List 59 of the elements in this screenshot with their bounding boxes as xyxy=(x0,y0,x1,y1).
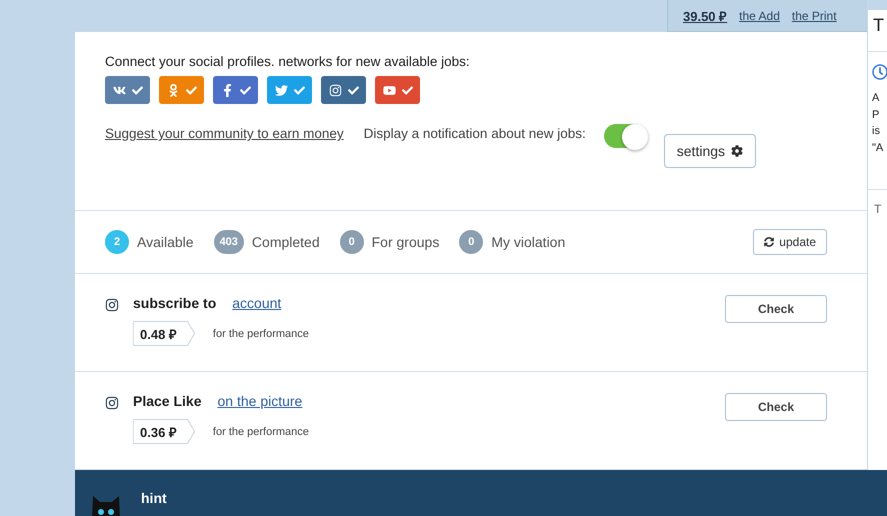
refresh-icon xyxy=(764,237,774,247)
price-note: for the performance xyxy=(212,328,309,340)
count-badge: 0 xyxy=(340,230,364,254)
side-text: P xyxy=(872,108,880,122)
notification-toggle[interactable] xyxy=(604,124,646,148)
side-text: A xyxy=(872,91,880,106)
check-icon xyxy=(240,84,250,96)
settings-button[interactable]: settings xyxy=(664,134,756,168)
check-button[interactable]: Check xyxy=(725,393,827,421)
side-text: is xyxy=(872,124,881,139)
tab-label: My violation xyxy=(491,234,566,250)
side-footer-text: T xyxy=(873,201,882,216)
social-network-button[interactable] xyxy=(159,76,204,104)
social-network-button[interactable] xyxy=(213,76,258,104)
side-text: "A xyxy=(872,140,884,156)
task-action: subscribe to xyxy=(133,295,216,311)
top-link[interactable]: the Add xyxy=(739,8,780,22)
update-button[interactable]: update xyxy=(753,229,827,255)
price-tag: 0.36 ₽ xyxy=(133,419,195,444)
filter-tab[interactable]: 403 Completed xyxy=(214,230,320,254)
filter-tab[interactable]: 2 Available xyxy=(105,230,194,254)
clock-icon xyxy=(872,64,887,80)
social-network-button[interactable] xyxy=(105,76,150,104)
tab-label: Available xyxy=(137,234,194,250)
top-link[interactable]: the Print xyxy=(792,8,837,22)
task-link[interactable]: account xyxy=(232,295,282,311)
check-icon xyxy=(294,84,304,96)
filter-tab[interactable]: 0 My violation xyxy=(459,230,566,254)
count-badge: 0 xyxy=(459,230,484,254)
check-icon xyxy=(402,84,412,96)
tab-label: For groups xyxy=(372,234,440,250)
count-badge: 403 xyxy=(214,230,244,254)
settings-icon xyxy=(731,145,744,157)
notification-label: Display a notification about new jobs: xyxy=(364,126,586,141)
price-note: for the performance xyxy=(212,426,309,438)
balance-link[interactable]: 39.50 ₽ xyxy=(683,6,728,24)
tab-label: Completed xyxy=(252,234,320,250)
instagram-icon xyxy=(105,396,119,410)
side-title: T xyxy=(868,10,887,52)
count-badge: 2 xyxy=(105,230,129,254)
check-button[interactable]: Check xyxy=(725,295,827,323)
filter-tab[interactable]: 0 For groups xyxy=(340,230,440,254)
suggest-community-link[interactable]: Suggest your community to earn money xyxy=(105,126,344,141)
social-heading: Connect your social profiles. networks for new available jobs: xyxy=(105,54,471,69)
price-tag: 0.48 ₽ xyxy=(133,321,195,346)
instagram-icon xyxy=(328,84,342,96)
instagram-icon xyxy=(105,298,119,312)
social-network-button[interactable] xyxy=(375,76,420,104)
youtube-icon xyxy=(382,84,396,96)
check-icon xyxy=(186,84,196,96)
task-action: Place Like xyxy=(133,393,202,409)
twitter-icon xyxy=(274,84,288,96)
ok-icon xyxy=(166,84,180,96)
social-network-button[interactable] xyxy=(321,76,366,104)
check-icon xyxy=(132,84,142,96)
hint-title: hint xyxy=(141,490,167,508)
check-icon xyxy=(348,84,358,96)
task-link[interactable]: on the picture xyxy=(218,393,302,409)
social-network-button[interactable] xyxy=(267,76,312,104)
